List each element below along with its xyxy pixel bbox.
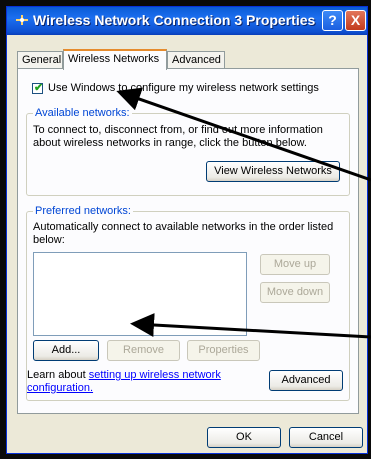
arrow-to-add-button [130,313,371,339]
arrow-to-use-windows [116,87,371,182]
annotation-arrows [116,87,371,339]
tab-wireless-networks[interactable]: Wireless Networks [63,49,167,70]
